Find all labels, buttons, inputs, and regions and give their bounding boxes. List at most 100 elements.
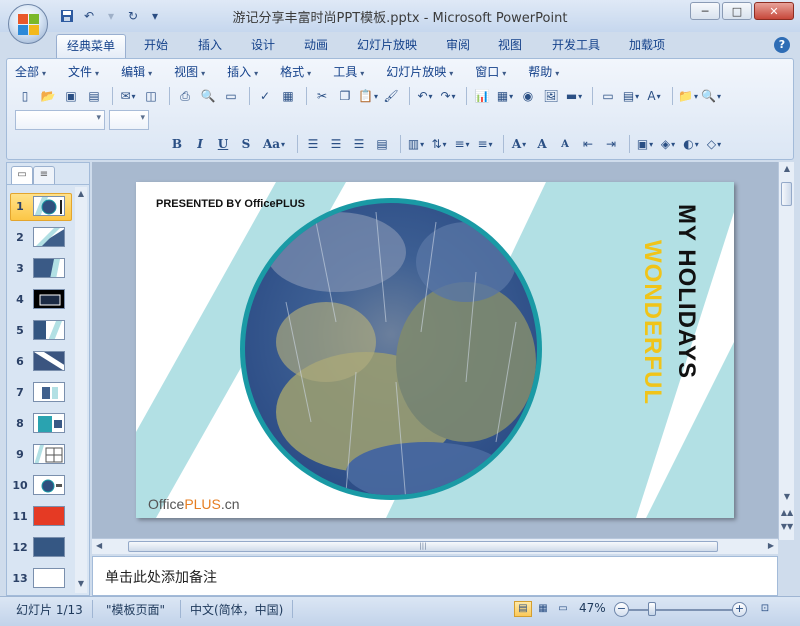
slide-title-line1[interactable]: MY HOLIDAYS bbox=[666, 204, 700, 484]
minimize-button[interactable]: ─ bbox=[690, 2, 720, 20]
justify-icon[interactable]: ▤ bbox=[372, 134, 392, 154]
tab-classic-menu[interactable]: 经典菜单 bbox=[56, 34, 126, 58]
thumbnail-item[interactable]: 7 bbox=[9, 379, 75, 410]
tab-view[interactable]: 视图 bbox=[488, 34, 532, 58]
tab-home[interactable]: 开始 bbox=[134, 34, 178, 58]
save-icon[interactable]: ▣ bbox=[61, 86, 81, 106]
align-center-icon[interactable]: ☰ bbox=[326, 134, 346, 154]
undo-icon[interactable]: ↶ bbox=[415, 86, 435, 106]
thumbnail-item[interactable]: 2 bbox=[9, 224, 75, 255]
picture-icon[interactable]: 🖼 bbox=[541, 86, 561, 106]
format-painter-icon[interactable]: 🖌 bbox=[381, 86, 401, 106]
print-icon[interactable]: ⎙ bbox=[175, 86, 195, 106]
scroll-right-icon[interactable]: ▶ bbox=[768, 541, 774, 550]
zoom-level[interactable]: 47% bbox=[579, 601, 606, 615]
scroll-thumb[interactable] bbox=[781, 182, 792, 206]
quick-styles-icon[interactable]: ◈ bbox=[658, 134, 678, 154]
thumbnail-item[interactable]: 12 bbox=[9, 534, 75, 565]
shape-icon[interactable]: ▬ bbox=[564, 86, 584, 106]
thumbnail-item[interactable]: 4 bbox=[9, 286, 75, 317]
publish-icon[interactable]: ◫ bbox=[141, 86, 161, 106]
thumbnail-item[interactable]: 9 bbox=[9, 441, 75, 472]
thumbnail-item[interactable]: 13 bbox=[9, 565, 75, 596]
bold-button[interactable]: B bbox=[167, 134, 187, 154]
new-icon[interactable]: ▯ bbox=[15, 86, 35, 106]
officeplus-logo[interactable]: OfficePLUS.cn bbox=[148, 496, 240, 512]
menu-slideshow[interactable]: 幻灯片放映 ▾ bbox=[386, 63, 453, 81]
table-icon[interactable]: ▦ bbox=[495, 86, 515, 106]
arrange-icon[interactable]: ▣ bbox=[635, 134, 655, 154]
menu-help[interactable]: 帮助 ▾ bbox=[528, 63, 559, 81]
notes-placeholder[interactable]: 单击此处添加备注 bbox=[105, 567, 217, 587]
tab-insert[interactable]: 插入 bbox=[188, 34, 232, 58]
thumbnail-item[interactable]: 3 bbox=[9, 255, 75, 286]
tab-developer[interactable]: 开发工具 bbox=[544, 34, 608, 58]
scroll-up-icon[interactable]: ▲ bbox=[75, 189, 87, 201]
permission-icon[interactable]: ▤ bbox=[84, 86, 104, 106]
menu-format[interactable]: 格式 ▾ bbox=[280, 63, 311, 81]
menu-file[interactable]: 文件 ▾ bbox=[68, 63, 99, 81]
tab-slideshow[interactable]: 幻灯片放映 bbox=[350, 34, 424, 58]
shadow-button[interactable]: S bbox=[236, 134, 256, 154]
bullets-icon[interactable]: ≡ bbox=[475, 134, 495, 154]
zoom-in-button[interactable]: + bbox=[732, 602, 747, 617]
copy-icon[interactable]: ❐ bbox=[335, 86, 355, 106]
font-name-combo[interactable] bbox=[15, 110, 105, 130]
text-direction-icon[interactable]: ⇅ bbox=[429, 134, 449, 154]
office-button[interactable] bbox=[8, 4, 48, 44]
menu-tools[interactable]: 工具 ▾ bbox=[333, 63, 364, 81]
presented-by-text[interactable]: PRESENTED BY OfficePLUS bbox=[156, 198, 305, 210]
research-icon[interactable]: ▭ bbox=[221, 86, 241, 106]
cut-icon[interactable]: ✂ bbox=[312, 86, 332, 106]
slideshow-view-icon[interactable]: ▭ bbox=[554, 601, 572, 617]
menu-insert[interactable]: 插入 ▾ bbox=[227, 63, 258, 81]
align-right-icon[interactable]: ☰ bbox=[349, 134, 369, 154]
scroll-down-icon[interactable]: ▼ bbox=[780, 492, 794, 501]
new-slide-icon[interactable]: ▭ bbox=[598, 86, 618, 106]
thumbnail-item[interactable]: 11 bbox=[9, 503, 75, 534]
previous-slide-icon[interactable]: ▲▲ bbox=[780, 508, 794, 517]
thumbnail-scrollbar[interactable]: ▲ ▼ bbox=[75, 187, 87, 593]
thumbnail-item[interactable]: 6 bbox=[9, 348, 75, 379]
tab-review[interactable]: 审阅 bbox=[436, 34, 480, 58]
help-icon[interactable]: ? bbox=[774, 37, 790, 53]
italic-button[interactable]: I bbox=[190, 134, 210, 154]
email-icon[interactable]: ✉ bbox=[118, 86, 138, 106]
tab-design[interactable]: 设计 bbox=[241, 34, 285, 58]
columns-icon[interactable]: ▥ bbox=[406, 134, 426, 154]
menu-window[interactable]: 窗口 ▾ bbox=[475, 63, 506, 81]
align-left-icon[interactable]: ☰ bbox=[303, 134, 323, 154]
underline-button[interactable]: U bbox=[213, 134, 233, 154]
shape-fill-icon[interactable]: ◐ bbox=[681, 134, 701, 154]
paste-icon[interactable]: 📋 bbox=[358, 86, 378, 106]
slide-title-line2[interactable]: WONDERFUL bbox=[632, 240, 666, 518]
thumbnail-item[interactable]: 10 bbox=[9, 472, 75, 503]
decrease-indent-icon[interactable]: ⇤ bbox=[578, 134, 598, 154]
redo-icon[interactable]: ↷ bbox=[438, 86, 458, 106]
slide-vertical-scrollbar[interactable]: ▲ ▼ ▲▲ ▼▼ bbox=[778, 162, 794, 540]
font-size-combo[interactable] bbox=[109, 110, 149, 130]
shape-outline-icon[interactable]: ◇ bbox=[704, 134, 724, 154]
slide-sorter-icon[interactable]: ▦ bbox=[534, 601, 552, 617]
smartart-icon[interactable]: ◉ bbox=[518, 86, 538, 106]
chart-icon[interactable]: 📊 bbox=[472, 86, 492, 106]
scroll-thumb[interactable]: ||| bbox=[128, 541, 718, 552]
print-preview-icon[interactable]: 🔍 bbox=[198, 86, 218, 106]
thesaurus-icon[interactable]: ▦ bbox=[278, 86, 298, 106]
menu-all[interactable]: 全部 ▾ bbox=[15, 63, 46, 81]
menu-view[interactable]: 视图 ▾ bbox=[174, 63, 205, 81]
spelling-icon[interactable]: ✓ bbox=[255, 86, 275, 106]
thumbnail-item[interactable]: 5 bbox=[9, 317, 75, 348]
folder-icon[interactable]: 📁 bbox=[678, 86, 698, 106]
zoom-slider-thumb[interactable] bbox=[648, 602, 656, 616]
font-color-button[interactable]: A bbox=[509, 134, 529, 154]
tab-animations[interactable]: 动画 bbox=[294, 34, 338, 58]
slides-tab[interactable]: ▭ bbox=[11, 166, 33, 184]
layout-icon[interactable]: ▤ bbox=[621, 86, 641, 106]
thumbnail-item[interactable]: 1 bbox=[9, 193, 75, 224]
notes-pane[interactable]: 单击此处添加备注 bbox=[92, 556, 778, 596]
thumbnail-item[interactable]: 8 bbox=[9, 410, 75, 441]
numbering-icon[interactable]: ≡ bbox=[452, 134, 472, 154]
scroll-up-icon[interactable]: ▲ bbox=[780, 164, 794, 173]
next-slide-icon[interactable]: ▼▼ bbox=[780, 522, 794, 531]
